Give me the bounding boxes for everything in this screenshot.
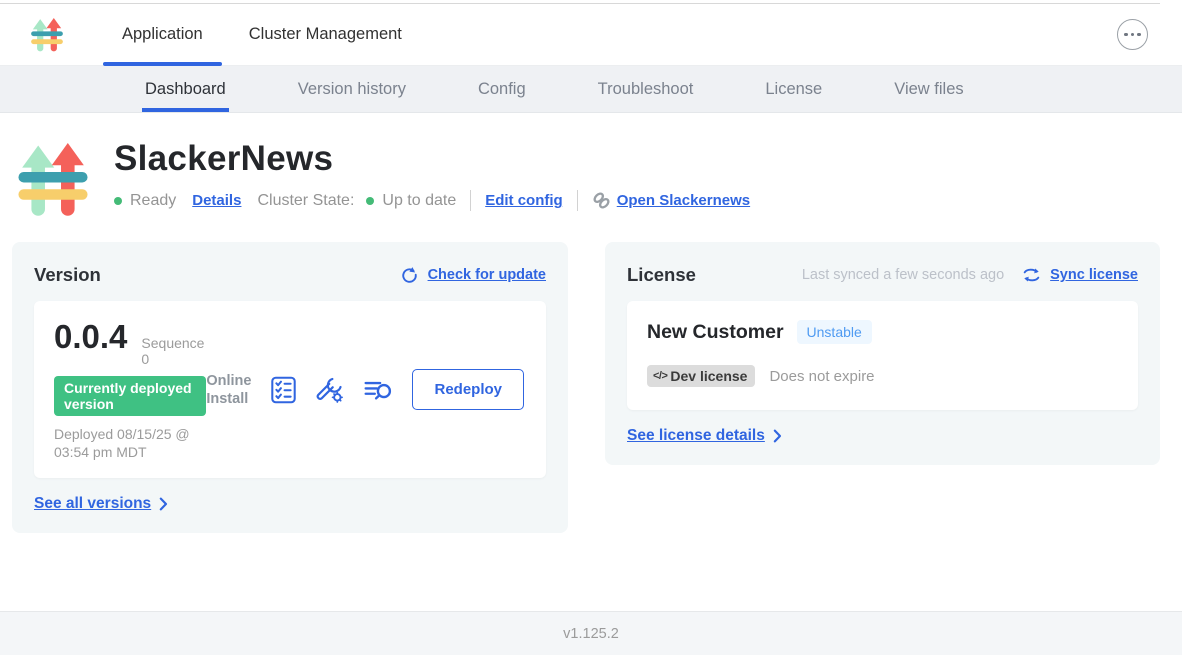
redeploy-button[interactable]: Redeploy [412,369,524,410]
tab-cluster-management[interactable]: Cluster Management [233,4,418,65]
cluster-state-dot [366,197,374,205]
last-synced-text: Last synced a few seconds ago [802,267,1004,283]
console-version-text: v1.125.2 [563,626,619,642]
ellipsis-icon [1124,33,1128,37]
tab-config[interactable]: Config [478,66,526,112]
deploy-logs-icon[interactable] [363,377,393,403]
deployed-timestamp: Deployed 08/15/25 @ 03:54 pm MDT [54,425,206,461]
license-card-title: License [627,264,696,286]
app-logo [16,139,90,221]
channel-badge: Unstable [797,320,872,344]
license-type-tag: </> Dev license [647,365,755,387]
open-app-link[interactable]: Open Slackernews [617,192,750,209]
tab-dashboard-label: Dashboard [145,80,226,99]
overflow-menu-button[interactable] [1117,19,1148,50]
tab-license-label: License [765,80,822,99]
app-status-text: Ready [130,192,176,210]
customer-name: New Customer [647,321,784,344]
check-for-update-link[interactable]: Check for update [428,267,546,283]
tab-config-label: Config [478,80,526,99]
slackernews-logo-icon [30,15,64,55]
dashboard-cards: Version Check for update 0.0.4 Sequence … [0,242,1182,533]
version-number: 0.0.4 [54,318,127,356]
app-hero: SlackerNews Ready Details Cluster State:… [0,113,1182,221]
edit-config-link[interactable]: Edit config [485,192,563,209]
page-title: SlackerNews [114,139,750,179]
see-all-versions-link[interactable]: See all versions [34,495,168,513]
link-chain-icon [592,191,611,210]
sync-icon [1022,267,1041,283]
app-status-row: Ready Details Cluster State: Up to date … [114,190,750,211]
version-card-title: Version [34,264,101,286]
tab-version-history-label: Version history [298,80,406,99]
tab-application-label: Application [122,25,203,44]
primary-nav: Application Cluster Management [0,4,1182,66]
refresh-icon [400,266,419,285]
secondary-nav: Dashboard Version history Config Trouble… [0,66,1182,113]
version-card: Version Check for update 0.0.4 Sequence … [12,242,568,533]
tab-dashboard[interactable]: Dashboard [145,66,226,112]
tab-troubleshoot[interactable]: Troubleshoot [598,66,694,112]
license-card: License Last synced a few seconds ago Sy… [605,242,1160,465]
tab-application[interactable]: Application [106,4,219,65]
preflight-checks-icon[interactable] [270,376,297,404]
tab-version-history[interactable]: Version history [298,66,406,112]
cluster-state-text: Up to date [382,192,456,210]
license-summary-panel: New Customer Unstable </> Dev license Do… [627,301,1138,410]
app-status-dot [114,197,122,205]
sync-license-link[interactable]: Sync license [1050,267,1138,283]
tab-view-files[interactable]: View files [894,66,963,112]
wrench-gear-config-icon[interactable] [316,376,344,404]
chevron-right-icon [159,497,168,511]
expiry-text: Does not expire [769,368,874,385]
app-footer: v1.125.2 [0,611,1182,655]
tab-cluster-management-label: Cluster Management [249,25,402,44]
tab-license[interactable]: License [765,66,822,112]
admin-console-page: Application Cluster Management Dashboard… [0,0,1182,655]
deployed-status-badge: Currently deployed version [54,376,206,416]
tab-troubleshoot-label: Troubleshoot [598,80,694,99]
divider [577,190,578,211]
nav-spacer [432,4,1117,65]
version-sequence: Sequence 0 [141,335,206,367]
code-icon: </> [653,370,667,382]
current-version-panel: 0.0.4 Sequence 0 Currently deployed vers… [34,301,546,478]
chevron-right-icon [773,429,782,443]
license-type-label: Dev license [670,368,747,384]
see-license-details-link[interactable]: See license details [627,427,782,445]
divider [470,190,471,211]
cluster-state-label: Cluster State: [257,192,354,210]
install-type-label: Online Install [206,372,251,408]
details-link[interactable]: Details [192,192,241,209]
tab-view-files-label: View files [894,80,963,99]
